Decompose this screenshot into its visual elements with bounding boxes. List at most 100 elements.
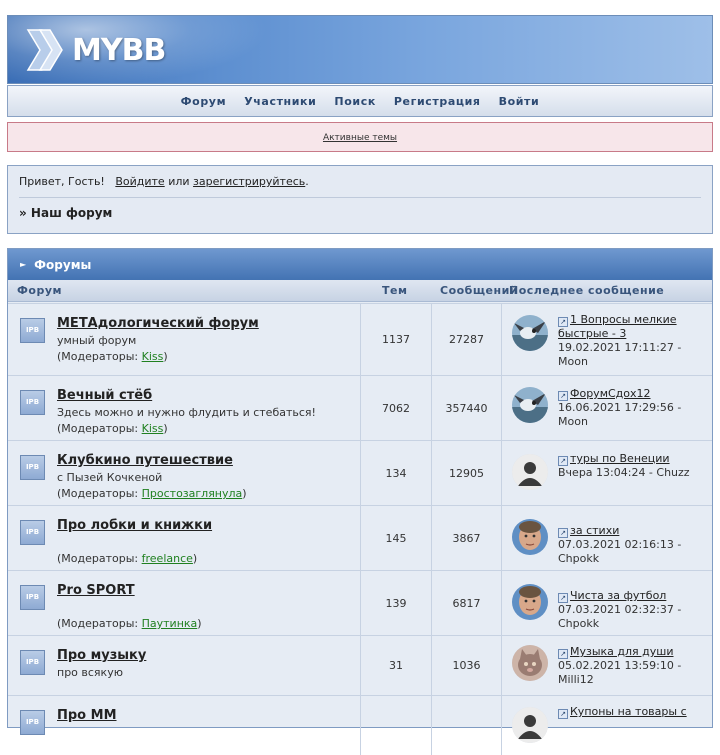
nav-login[interactable]: Войти [499,95,540,108]
active-topics-link[interactable]: Активные темы [323,133,397,143]
last-post-arrow-icon[interactable]: ↗ [558,649,568,659]
moderators-suffix: ) [242,487,247,500]
moderator-link[interactable]: Kiss [142,422,164,435]
last-post-arrow-icon[interactable]: ↗ [558,709,568,719]
chevron-logo-icon [26,29,63,71]
forum-row: IPB Pro SPORT (Модераторы: Паутинка) 139 681… [8,570,712,635]
nav-members[interactable]: Участники [244,95,316,108]
forum-row: IPB МЕТАдологический форум умный форум (Мод… [8,303,712,375]
last-post-meta: 07.03.2021 02:32:37 - Chpokk [558,603,682,630]
forum-description [57,726,357,740]
avatar[interactable] [512,315,548,351]
forum-status-icon: IPB [20,318,45,343]
forum-title-link[interactable]: Про ММ [57,708,357,723]
moderators-prefix: (Модераторы: [57,552,142,565]
col-forum: Форум [17,284,63,297]
last-post-link[interactable]: туры по Венеции [570,452,670,465]
forum-topics-count: 1137 [382,333,410,346]
col-separator [431,696,432,755]
forum-title-link[interactable]: Про музыку [57,648,357,663]
forum-row: IPB Про музыку про всякую 31 1036 ↗ Музыка для… [8,635,712,695]
or-text: или [168,175,190,188]
forum-status-icon: IPB [20,520,45,545]
forum-topics-count: 145 [385,532,407,545]
forum-posts-count: 357440 [445,402,488,415]
moderator-link[interactable]: freelance [142,552,193,565]
forum-info: Pro SPORT (Модераторы: Паутинка) [57,583,357,630]
last-post-link[interactable]: ФорумСдох12 [570,387,651,400]
forum-icon-cell: IPB [8,304,54,375]
avatar[interactable] [512,645,548,681]
forum-title-link[interactable]: Клубкино путешествие [57,453,357,468]
forum-title-link[interactable]: МЕТАдологический форум [57,316,357,331]
forum-moderators: (Модераторы: Kiss) [57,350,357,363]
forum-description: с Пызей Кочкеной [57,471,163,484]
nav-search[interactable]: Поиск [334,95,375,108]
forum-moderators: (Модераторы: Простозаглянула) [57,487,357,500]
forum-title-link[interactable]: Вечный стёб [57,388,357,403]
avatar[interactable] [512,519,548,555]
forum-moderators: (Модераторы: Kiss) [57,422,357,435]
main-navbar: Форум Участники Поиск Регистрация Войти [7,85,713,117]
avatar[interactable] [512,387,548,423]
forum-title-link[interactable]: Про лобки и книжки [57,518,357,533]
avatar[interactable] [512,584,548,620]
last-post-link[interactable]: Музыка для души [570,645,674,658]
nav-forum[interactable]: Форум [181,95,227,108]
forum-info: Про музыку про всякую [57,648,357,680]
login-link[interactable]: Войдите [115,175,164,188]
last-post-arrow-icon[interactable]: ↗ [558,317,568,327]
last-post-meta: 19.02.2021 17:11:27 - Moon [558,341,682,368]
last-post-link[interactable]: 1 Вопросы мелкие быстрые - 3 [558,313,677,340]
last-post-link[interactable]: за стихи [570,524,619,537]
moderator-link[interactable]: Паутинка [142,617,198,630]
collapse-triangle-icon[interactable]: ► [20,260,26,269]
last-post-arrow-icon[interactable]: ↗ [558,528,568,538]
avatar[interactable] [512,454,548,490]
col-separator [360,696,361,755]
moderators-prefix: (Модераторы: [57,350,142,363]
col-last-post: Последнее сообщение [509,284,665,297]
site-header: MYBB [7,15,713,84]
last-post-text: ↗ Чиста за футбол 07.03.2021 02:32:37 - Ch… [558,589,698,631]
forum-posts-count: 3867 [452,532,481,545]
last-post-arrow-icon[interactable]: ↗ [558,391,568,401]
forum-info: Вечный стёб Здесь можно и нужно флудить и… [57,388,357,435]
forum-last-post: ↗ Купоны на товары с [502,696,712,755]
forum-last-post: ↗ Чиста за футбол 07.03.2021 02:32:37 - Ch… [502,571,712,635]
nav-register[interactable]: Регистрация [394,95,481,108]
last-post-meta: 16.06.2021 17:29:56 - Moon [558,401,682,428]
forum-info: Про лобки и книжки (Модераторы: freelance… [57,518,357,565]
last-post-text: ↗ за стихи 07.03.2021 02:16:13 - Chpokk [558,524,698,566]
forum-status-icon: IPB [20,390,45,415]
forum-moderators: (Модераторы: freelance) [57,552,357,565]
forum-description: Здесь можно и нужно флудить и стебаться! [57,406,316,419]
forum-icon-cell: IPB [8,636,54,695]
moderator-link[interactable]: Kiss [142,350,164,363]
forum-last-post: ↗ 1 Вопросы мелкие быстрые - 3 19.02.2021 … [502,304,712,375]
moderator-link[interactable]: Простозаглянула [142,487,243,500]
forum-info: Клубкино путешествие с Пызей Кочкеной (Мод… [57,453,357,500]
last-post-arrow-icon[interactable]: ↗ [558,456,568,466]
register-link[interactable]: зарегистрируйтесь [193,175,305,188]
welcome-line: Привет, Гость! Войдите или зарегистрируй… [19,175,701,188]
avatar[interactable] [512,707,548,743]
last-post-text: ↗ туры по Венеции Вчера 13:04:24 - Chuzz [558,452,698,480]
site-logo[interactable]: MYBB [26,28,166,72]
last-post-meta: 07.03.2021 02:16:13 - Chpokk [558,538,682,565]
forum-last-post: ↗ Музыка для души 05.02.2021 13:59:10 - Mi… [502,636,712,695]
col-posts: Сообщений [440,284,519,297]
last-post-link[interactable]: Чиста за футбол [570,589,666,602]
last-post-meta: 05.02.2021 13:59:10 - Milli12 [558,659,682,686]
breadcrumb[interactable]: » Наш форум [19,206,701,220]
greeting-text: Привет, Гость! [19,175,105,188]
last-post-arrow-icon[interactable]: ↗ [558,593,568,603]
forum-posts-count: 12905 [449,467,484,480]
forum-description [57,536,357,550]
forum-posts-count: 27287 [449,333,484,346]
forums-section-header[interactable]: ► Форумы [8,249,712,280]
forum-title-link[interactable]: Pro SPORT [57,583,357,598]
forums-section-title: Форумы [34,257,92,272]
last-post-link[interactable]: Купоны на товары с [570,705,687,718]
moderators-suffix: ) [163,350,168,363]
